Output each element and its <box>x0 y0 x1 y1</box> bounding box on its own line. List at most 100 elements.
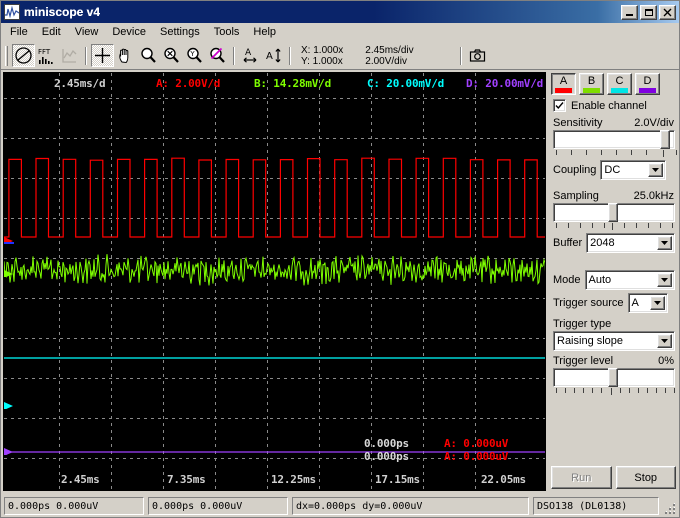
channel-tab-d-label: D <box>643 75 652 87</box>
status-delta: dx=0.000ps dy=0.000uV <box>292 497 529 515</box>
sensitivity-value: 2.0V/div <box>634 117 674 129</box>
mode-value: Auto <box>588 274 612 286</box>
chevron-down-icon[interactable] <box>657 236 672 250</box>
channel-tab-a[interactable]: A <box>551 73 576 95</box>
readout-x: X: 1.000x <box>301 44 344 56</box>
sampling-row: Sampling 25.0kHz <box>553 190 674 202</box>
buffer-label: Buffer <box>553 237 583 249</box>
sensitivity-slider-thumb[interactable] <box>660 130 670 149</box>
sampling-slider[interactable] <box>553 203 675 222</box>
autoscale-horizontal-button[interactable]: A <box>239 44 262 67</box>
time-axis-tick-5: 22.05ms <box>481 473 526 486</box>
channel-tab-d[interactable]: D <box>635 73 660 95</box>
trigger-level-slider[interactable] <box>553 368 675 387</box>
stop-button[interactable]: Stop <box>615 466 676 489</box>
readout-y: Y: 1.000x <box>301 55 343 67</box>
trigger-level-marker[interactable] <box>4 241 14 248</box>
minimize-button[interactable] <box>621 4 638 20</box>
trigger-source-select[interactable]: A <box>627 293 668 313</box>
sensitivity-slider[interactable] <box>553 130 675 149</box>
coupling-select[interactable]: DC <box>600 160 667 180</box>
trigger-type-select-row: Raising slope <box>553 331 675 351</box>
control-panel: A B C D Enable channel Sensitivity 2.0V/… <box>547 70 679 493</box>
scope-mode-button[interactable] <box>12 44 35 67</box>
cursor-readout-value-2: A: 0.000uV <box>444 450 509 463</box>
menu-file[interactable]: File <box>3 24 35 41</box>
trigger-type-label: Trigger type <box>553 318 612 330</box>
toolbar-separator-2 <box>233 46 235 65</box>
hand-tool-button[interactable] <box>114 44 137 67</box>
crosshair-tool-button[interactable] <box>91 44 114 67</box>
sensitivity-row: Sensitivity 2.0V/div <box>553 117 674 129</box>
enable-channel-row[interactable]: Enable channel <box>553 99 676 112</box>
sensitivity-slider-track[interactable] <box>553 130 675 149</box>
zoom-tool-button[interactable] <box>137 44 160 67</box>
channel-tab-c[interactable]: C <box>607 73 632 95</box>
chevron-down-icon[interactable] <box>648 163 664 177</box>
camera-icon[interactable] <box>466 44 489 67</box>
coupling-label: Coupling <box>553 164 597 176</box>
buffer-select[interactable]: 2048 <box>586 233 675 253</box>
zoom-y-button[interactable]: Y <box>183 44 206 67</box>
trigger-level-row: Trigger level 0% <box>553 355 674 367</box>
trigger-level-slider-ticks <box>554 388 675 395</box>
mode-select[interactable]: Auto <box>584 270 675 290</box>
scope-display[interactable]: 2.45ms/d A: 2.00V/d B: 14.28mV/d C: 20.0… <box>3 72 546 491</box>
toolbar-separator-1 <box>85 46 87 65</box>
trigger-type-value: Raising slope <box>557 335 624 347</box>
trigger-source-label: Trigger source <box>553 297 624 309</box>
close-button[interactable] <box>659 4 676 20</box>
chevron-down-icon[interactable] <box>657 334 672 348</box>
chevron-down-icon[interactable] <box>657 273 672 287</box>
cursor-readout-time-2: 0.000ps <box>364 450 409 463</box>
channel-d-color-swatch <box>639 88 656 93</box>
fft-mode-button[interactable]: FFT <box>35 44 58 67</box>
time-axis-tick-4: 17.15ms <box>375 473 420 486</box>
trigger-level-label: Trigger level <box>553 355 614 367</box>
menu-device[interactable]: Device <box>105 24 153 41</box>
run-button[interactable]: Run <box>551 466 612 489</box>
channel-c-color-swatch <box>611 88 628 93</box>
toolbar-separator-3 <box>289 46 291 65</box>
menu-help[interactable]: Help <box>246 24 283 41</box>
trigger-level-slider-thumb[interactable] <box>608 368 618 387</box>
autoscale-vertical-button[interactable]: A <box>262 44 285 67</box>
checkmark-icon <box>555 102 564 110</box>
menu-settings[interactable]: Settings <box>153 24 207 41</box>
maximize-button[interactable] <box>640 4 657 20</box>
coupling-value: DC <box>604 164 621 176</box>
enable-channel-checkbox[interactable] <box>553 99 566 112</box>
toolbar-grip[interactable] <box>5 45 8 66</box>
cursor-readout-value-1: A: 0.000uV <box>444 437 509 450</box>
menu-tools[interactable]: Tools <box>207 24 247 41</box>
zoom-reset-button[interactable] <box>206 44 229 67</box>
trigger-type-select[interactable]: Raising slope <box>553 331 675 351</box>
sampling-slider-thumb[interactable] <box>608 203 618 222</box>
sampling-label: Sampling <box>553 190 599 202</box>
sampling-slider-ticks <box>554 223 674 230</box>
app-icon <box>4 4 20 20</box>
channel-b-color-swatch <box>583 88 600 93</box>
menu-bar: File Edit View Device Settings Tools Hel… <box>1 23 679 42</box>
scope-container: 2.45ms/d A: 2.00V/d B: 14.28mV/d C: 20.0… <box>1 70 547 493</box>
resize-grip[interactable] <box>663 497 677 515</box>
status-cursor-1: 0.000ps 0.000uV <box>4 497 144 515</box>
channel-b-marker[interactable] <box>4 270 14 277</box>
menu-edit[interactable]: Edit <box>35 24 68 41</box>
svg-text:A: A <box>266 51 273 62</box>
waveform-traces <box>4 157 545 453</box>
time-axis-tick-1: 2.45ms <box>61 473 100 486</box>
trigger-type-row: Trigger type <box>553 318 674 330</box>
run-stop-buttons: Run Stop <box>551 466 676 489</box>
svg-text:A: A <box>245 48 252 58</box>
chevron-down-icon[interactable] <box>649 296 665 310</box>
channel-c-marker[interactable] <box>4 402 14 409</box>
channel-tab-b[interactable]: B <box>579 73 604 95</box>
status-device: DSO138 (DL0138) <box>533 497 659 515</box>
zoom-x-button[interactable] <box>160 44 183 67</box>
main-area: 2.45ms/d A: 2.00V/d B: 14.28mV/d C: 20.0… <box>1 70 679 493</box>
mode-label: Mode <box>553 274 581 286</box>
miniscope-window: miniscope v4 File Edit View Device Setti… <box>0 0 680 518</box>
channel-d-marker[interactable] <box>4 448 14 455</box>
menu-view[interactable]: View <box>68 24 106 41</box>
